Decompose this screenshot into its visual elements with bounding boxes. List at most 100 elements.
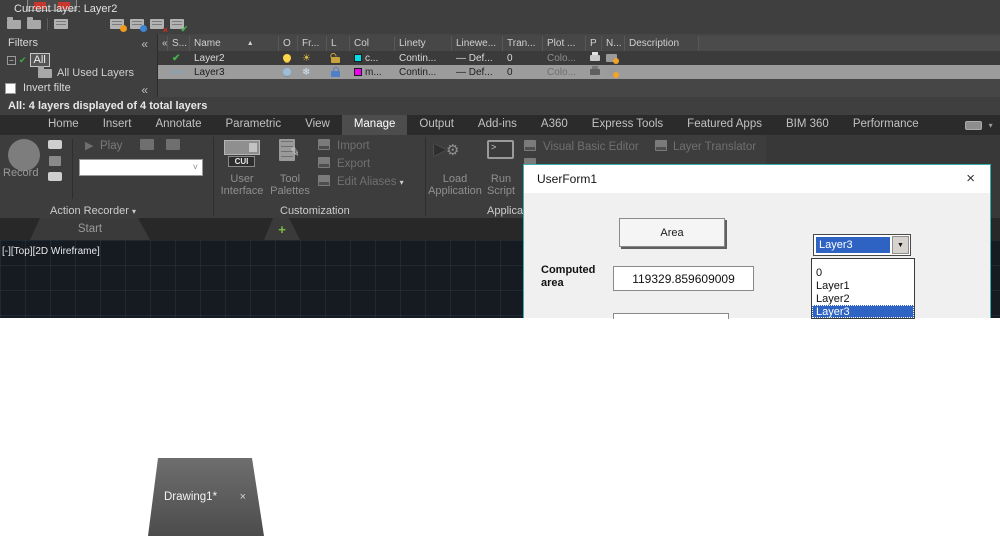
column-header-status[interactable]: S... xyxy=(168,36,190,51)
layer-new-vp-cell[interactable] xyxy=(602,65,625,79)
tab-bim-360[interactable]: BIM 360 xyxy=(774,115,841,135)
layer-description[interactable] xyxy=(625,65,699,79)
layer-frozen-snowflake-icon[interactable]: ❄ xyxy=(298,65,327,79)
manage-action-macro-icon[interactable] xyxy=(166,139,180,150)
cui-icon[interactable] xyxy=(224,140,260,155)
header-collapse-icon[interactable]: « xyxy=(158,36,168,51)
invert-collapse-icon[interactable]: « xyxy=(141,83,148,97)
column-header-lock[interactable]: L xyxy=(327,36,350,51)
tab-parametric[interactable]: Parametric xyxy=(214,115,294,135)
layer-translator-button[interactable]: Layer Translator xyxy=(673,141,756,153)
column-header-description[interactable]: Description xyxy=(625,36,699,51)
table-row-layer2[interactable]: ✔ Layer2 ☀ c... Contin... — Def... 0 Col… xyxy=(158,51,1000,65)
layer-lineweight[interactable]: — Def... xyxy=(452,65,503,79)
layer-name[interactable]: Layer3 xyxy=(190,65,279,79)
layer-states-manager-icon[interactable] xyxy=(54,19,68,29)
combo-chevron-icon[interactable]: ˅ xyxy=(193,162,198,172)
chevron-down-icon[interactable]: ▾ xyxy=(989,121,993,130)
column-header-plot[interactable]: P xyxy=(586,36,602,51)
edit-aliases-button[interactable]: Edit Aliases ▾ xyxy=(337,176,404,188)
visual-basic-editor-icon[interactable] xyxy=(524,140,536,151)
tab-drawing1[interactable]: Drawing1* × xyxy=(148,458,264,536)
layer-linetype[interactable]: Contin... xyxy=(395,65,452,79)
export-icon[interactable] xyxy=(318,157,330,168)
area-button[interactable]: Area xyxy=(619,218,725,247)
column-header-transparency[interactable]: Tran... xyxy=(503,36,543,51)
filter-tree-item-all[interactable]: − ✔ All xyxy=(7,53,50,67)
close-icon[interactable]: × xyxy=(240,491,246,503)
message-bubble-icon[interactable] xyxy=(48,140,62,149)
tab-annotate[interactable]: Annotate xyxy=(143,115,213,135)
column-header-lineweight[interactable]: Linewe... xyxy=(452,36,503,51)
preference-icon[interactable] xyxy=(140,139,154,150)
column-header-plot-style[interactable]: Plot ... xyxy=(543,36,586,51)
tab-start[interactable]: Start xyxy=(30,218,150,240)
viewport-controls-label[interactable]: [-][Top][2D Wireframe] xyxy=(2,246,100,257)
import-button[interactable]: Import xyxy=(337,140,370,152)
request-input-icon[interactable] xyxy=(48,172,62,181)
import-icon[interactable] xyxy=(318,139,330,150)
list-item-layer2[interactable]: Layer2 xyxy=(812,292,914,305)
computed-area-field[interactable]: 119329.859609009 xyxy=(613,266,754,291)
tab-express-tools[interactable]: Express Tools xyxy=(580,115,675,135)
new-drawing-tab-button[interactable]: + xyxy=(264,218,300,240)
list-item-0[interactable]: 0 xyxy=(812,266,914,279)
layer-name[interactable]: Layer2 xyxy=(190,51,279,65)
invert-filter-row[interactable]: Invert filte xyxy=(5,82,71,94)
edit-aliases-icon[interactable] xyxy=(318,175,330,186)
invert-filter-checkbox[interactable] xyxy=(5,83,16,94)
dialog-title-bar[interactable]: UserForm1 xyxy=(524,165,990,193)
layer-lineweight[interactable]: — Def... xyxy=(452,51,503,65)
close-icon[interactable]: × xyxy=(966,170,975,187)
layer-combobox[interactable]: Layer3 ▼ xyxy=(813,234,911,256)
filter-all-label[interactable]: All xyxy=(30,53,50,67)
column-header-on[interactable]: O xyxy=(279,36,298,51)
run-script-icon[interactable] xyxy=(487,140,514,159)
new-layer-vp-frozen-icon[interactable] xyxy=(130,19,144,29)
column-header-name[interactable]: Name▲ xyxy=(190,36,279,51)
run-script-button[interactable]: Run Script xyxy=(479,173,523,197)
tab-view[interactable]: View xyxy=(293,115,342,135)
layer-plot-style[interactable]: Colo... xyxy=(543,51,586,65)
column-header-linetype[interactable]: Linety xyxy=(395,36,452,51)
layer-plot-cell[interactable] xyxy=(586,51,602,65)
list-item-layer3-selected[interactable]: Layer3 xyxy=(812,305,914,318)
layer-linetype[interactable]: Contin... xyxy=(395,51,452,65)
tab-add-ins[interactable]: Add-ins xyxy=(466,115,529,135)
table-row-layer3-selected[interactable]: Layer3 ❄ m... Contin... — Def... 0 Colo.… xyxy=(158,65,1000,79)
layer-translator-icon[interactable] xyxy=(655,140,667,151)
list-item-layer1[interactable]: Layer1 xyxy=(812,279,914,292)
combobox-dropdown-button[interactable]: ▼ xyxy=(892,236,909,254)
tab-featured-apps[interactable]: Featured Apps xyxy=(675,115,774,135)
tab-performance[interactable]: Performance xyxy=(841,115,931,135)
layer-transparency[interactable]: 0 xyxy=(503,51,543,65)
layer-plot-style[interactable]: Colo... xyxy=(543,65,586,79)
layer-lock-icon[interactable] xyxy=(327,65,350,79)
layer-off-bulb-icon[interactable] xyxy=(279,65,298,79)
layer-color-cell[interactable]: m... xyxy=(350,65,395,79)
set-current-layer-icon[interactable]: ✔ xyxy=(170,19,184,29)
column-header-color[interactable]: Col xyxy=(350,36,395,51)
ribbon-minimize-icon[interactable] xyxy=(965,121,982,130)
filter-tree-item-all-used[interactable]: All Used Layers xyxy=(38,67,134,79)
play-label[interactable]: Play xyxy=(100,140,122,152)
layer-on-bulb-icon[interactable] xyxy=(279,51,298,65)
partial-textbox[interactable] xyxy=(613,313,729,319)
column-header-new-vp[interactable]: N... xyxy=(602,36,625,51)
layer-color-cell[interactable]: c... xyxy=(350,51,395,65)
action-macro-combobox[interactable]: ˅ xyxy=(79,159,203,176)
new-layer-icon[interactable] xyxy=(110,19,124,29)
play-icon[interactable]: ▶ xyxy=(85,139,93,152)
panel-label-customization[interactable]: Customization xyxy=(280,205,350,217)
tree-expand-icon[interactable]: − xyxy=(7,56,16,65)
column-header-freeze[interactable]: Fr... xyxy=(298,36,327,51)
tool-palettes-button[interactable]: Tool Palettes xyxy=(262,173,318,197)
tab-insert[interactable]: Insert xyxy=(91,115,144,135)
layer-description[interactable] xyxy=(625,51,699,65)
tab-manage[interactable]: Manage xyxy=(342,115,408,135)
layer-plot-cell[interactable] xyxy=(586,65,602,79)
tab-a360[interactable]: A360 xyxy=(529,115,580,135)
ribbon-minimize-control[interactable]: ▾ xyxy=(965,115,993,135)
layer-transparency[interactable]: 0 xyxy=(503,65,543,79)
layer-freeze-sun-icon[interactable]: ☀ xyxy=(298,51,327,65)
